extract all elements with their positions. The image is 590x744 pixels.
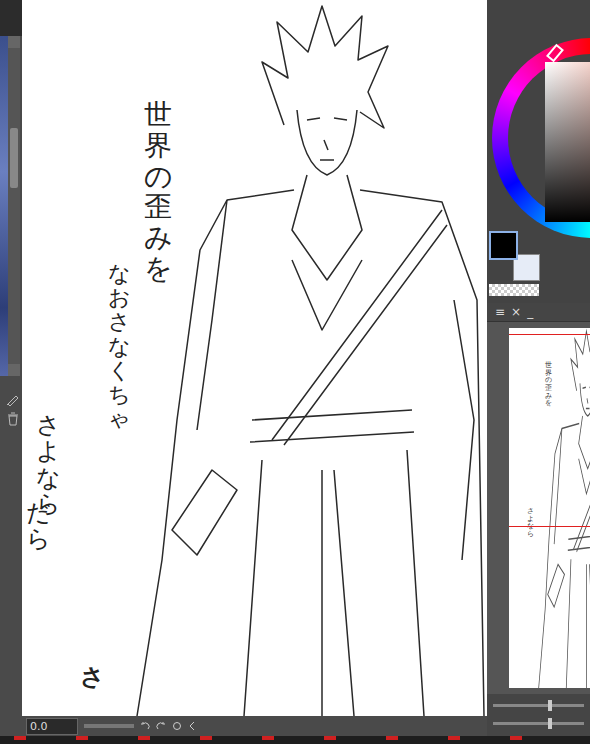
rotate-slider[interactable] (84, 724, 134, 728)
scrollbar[interactable] (8, 36, 20, 376)
color-panel (487, 0, 590, 303)
scroll-up-icon[interactable] (8, 36, 20, 48)
app-window: 世界の歪みをなおさなくちゃさよならだらさ 0.0 ≡ × _ 世界の歪みをさよな… (0, 0, 590, 744)
transparent-swatch[interactable] (489, 284, 539, 296)
minimize-icon[interactable]: _ (527, 305, 533, 319)
navigator-slider[interactable] (493, 700, 584, 710)
handwritten-text: 世界の歪みを (144, 100, 172, 285)
navigator-panel: ≡ × _ 世界の歪みをさよなら (487, 303, 590, 736)
navigator-thumbnail[interactable]: 世界の歪みをさよなら (509, 328, 590, 688)
taskbar (0, 736, 590, 744)
view-frame[interactable] (509, 334, 590, 335)
left-panel (0, 0, 22, 736)
thumbnail-text: さよなら (527, 508, 534, 539)
handwritten-text: なおさなくちゃ (108, 262, 130, 431)
reset-icon[interactable] (172, 721, 182, 731)
pen-icon[interactable] (6, 392, 20, 406)
collapse-icon[interactable] (188, 721, 196, 731)
main-color-swatch[interactable] (489, 231, 518, 260)
navigator-slider[interactable] (493, 718, 584, 728)
scroll-down-icon[interactable] (8, 364, 20, 376)
undo-icon[interactable] (140, 721, 150, 731)
drawing-canvas[interactable]: 世界の歪みをなおさなくちゃさよならだらさ (22, 0, 487, 716)
handwritten-text: さ (80, 664, 104, 690)
sketch-figure (22, 0, 487, 716)
thumbnail-text: 世界の歪みを (545, 362, 552, 408)
saturation-value-square[interactable] (545, 62, 590, 222)
view-frame[interactable] (509, 526, 590, 527)
status-bar: 0.0 (22, 716, 487, 736)
menu-icon[interactable]: ≡ (495, 305, 505, 319)
trash-icon[interactable] (6, 412, 20, 426)
handwritten-text: だら (22, 500, 50, 553)
scroll-thumb[interactable] (10, 128, 18, 188)
layer-thumbnail[interactable] (0, 36, 8, 376)
close-icon[interactable]: × (511, 305, 521, 319)
zoom-field[interactable]: 0.0 (26, 718, 78, 735)
redo-icon[interactable] (156, 721, 166, 731)
